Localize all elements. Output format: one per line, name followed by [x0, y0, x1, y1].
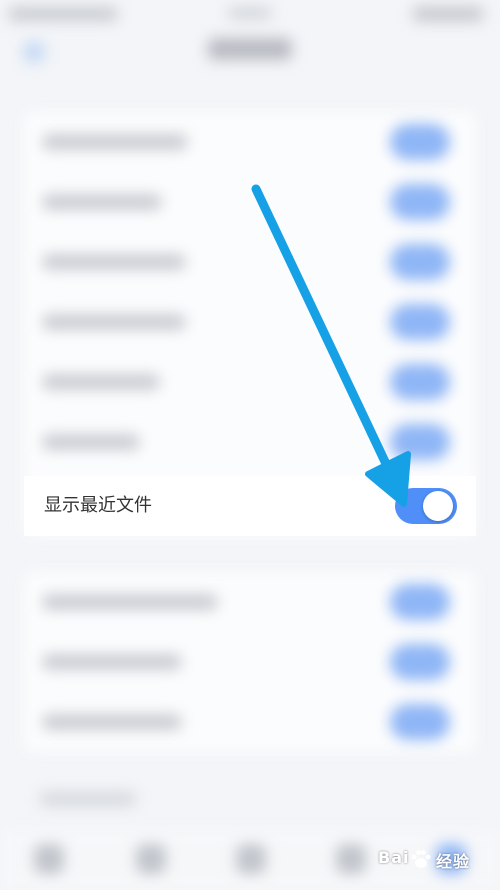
setting-row[interactable] [24, 292, 476, 352]
status-bar-clock [228, 7, 272, 19]
tab-icon[interactable] [34, 844, 64, 874]
setting-label [42, 254, 186, 270]
setting-row[interactable] [24, 692, 476, 752]
status-bar-right [412, 6, 484, 22]
watermark: Bai 经验 [360, 840, 490, 880]
setting-toggle[interactable] [390, 704, 450, 740]
setting-label [42, 594, 218, 610]
watermark-suffix: 经验 [436, 852, 471, 871]
blurred-settings-background [0, 0, 500, 890]
baidu-paw-icon [411, 850, 431, 868]
setting-toggle[interactable] [390, 304, 450, 340]
setting-label [42, 714, 182, 730]
setting-row[interactable] [24, 232, 476, 292]
setting-row[interactable] [24, 112, 476, 172]
setting-toggle[interactable] [390, 424, 450, 460]
toggle-knob [423, 491, 453, 521]
show-recent-files-toggle[interactable] [395, 488, 457, 524]
setting-label [42, 314, 186, 330]
page-title [208, 38, 292, 60]
setting-toggle[interactable] [390, 644, 450, 680]
setting-row[interactable] [24, 632, 476, 692]
setting-label [42, 194, 162, 210]
setting-toggle[interactable] [390, 244, 450, 280]
setting-label [42, 134, 188, 150]
setting-toggle[interactable] [390, 184, 450, 220]
setting-label: 显示最近文件 [44, 495, 152, 516]
setting-row[interactable] [24, 572, 476, 632]
setting-row[interactable] [24, 412, 476, 472]
setting-row[interactable] [24, 352, 476, 412]
watermark-prefix: Bai [378, 848, 410, 867]
setting-label [42, 434, 140, 450]
setting-row-show-recent-files[interactable]: 显示最近文件 [24, 476, 476, 536]
tab-icon[interactable] [236, 844, 266, 874]
setting-toggle[interactable] [390, 124, 450, 160]
back-icon[interactable] [24, 42, 44, 62]
tab-icon[interactable] [136, 844, 166, 874]
setting-label [42, 654, 182, 670]
setting-label [42, 374, 160, 390]
settings-card-secondary [24, 572, 476, 752]
section-header [40, 792, 136, 806]
setting-row[interactable] [24, 172, 476, 232]
settings-card-primary [24, 112, 476, 536]
status-bar-left [8, 7, 118, 21]
setting-toggle[interactable] [390, 584, 450, 620]
setting-toggle[interactable] [390, 364, 450, 400]
